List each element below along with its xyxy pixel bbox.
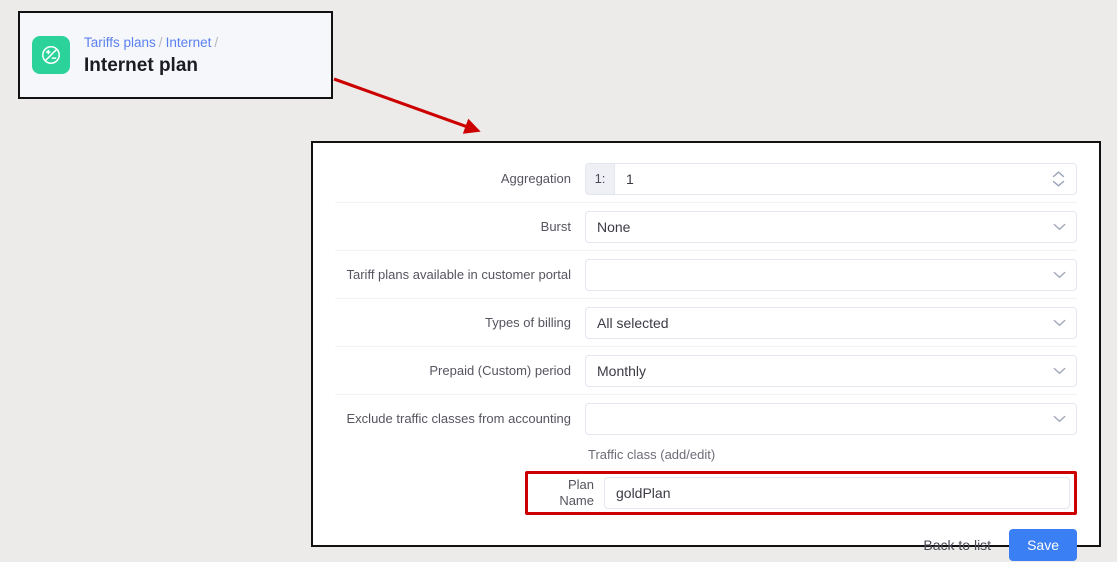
customer-portal-plans-select[interactable] [585, 258, 1077, 291]
form-row-aggregation: Aggregation 1: [335, 155, 1077, 203]
tariff-plan-form-panel: Aggregation 1: Burst [311, 141, 1101, 561]
breadcrumb-separator: / [158, 34, 163, 50]
exclude-traffic-classes-select-wrap [585, 402, 1077, 435]
save-button[interactable]: Save [1009, 529, 1077, 561]
form-footer: Back to list Save [313, 515, 1099, 561]
page-header-card: Tariffs plans / Internet / Internet plan [18, 11, 333, 99]
page-title: Internet plan [84, 54, 199, 76]
plan-name-input[interactable] [604, 477, 1070, 509]
burst-select-wrap [585, 210, 1077, 243]
aggregation-input-group: 1: [585, 162, 1077, 195]
breadcrumb-item-internet[interactable]: Internet [166, 35, 212, 50]
label-exclude-traffic-classes: Exclude traffic classes from accounting [346, 410, 571, 426]
control-burst [585, 210, 1077, 243]
label-aggregation: Aggregation [500, 170, 571, 186]
label-customer-portal-plans: Tariff plans available in customer porta… [346, 266, 572, 282]
aggregation-stepper[interactable] [1052, 171, 1065, 187]
types-of-billing-select[interactable] [585, 306, 1077, 339]
label-types-of-billing: Types of billing [485, 314, 571, 330]
form-row-exclude-traffic-classes: Exclude traffic classes from accounting [335, 395, 1077, 442]
breadcrumb-separator: / [214, 34, 219, 50]
breadcrumb: Tariffs plans / Internet / [84, 34, 221, 51]
traffic-class-helper-link[interactable]: Traffic class (add/edit) [585, 447, 1077, 462]
control-types-of-billing [585, 306, 1077, 339]
plus-minus-circle-icon [32, 36, 70, 74]
aggregation-prefix-addon: 1: [585, 162, 614, 195]
header-text-block: Tariffs plans / Internet / Internet plan [84, 34, 221, 77]
form-row-customer-portal-plans: Tariff plans available in customer porta… [335, 251, 1077, 299]
customer-portal-plans-select-wrap [585, 258, 1077, 291]
aggregation-input[interactable] [614, 162, 1077, 195]
form-row-plan-name-highlighted: Plan Name [525, 471, 1077, 515]
prepaid-period-select[interactable] [585, 354, 1077, 387]
exclude-traffic-classes-select[interactable] [585, 402, 1077, 435]
prepaid-period-select-wrap [585, 354, 1077, 387]
form-row-prepaid-period: Prepaid (Custom) period [335, 347, 1077, 395]
label-prepaid-period: Prepaid (Custom) period [429, 362, 571, 378]
control-customer-portal-plans [585, 258, 1077, 291]
chevron-down-icon[interactable] [1052, 180, 1065, 187]
form-row-types-of-billing: Types of billing [335, 299, 1077, 347]
types-of-billing-select-wrap [585, 306, 1077, 339]
traffic-class-helper-row: Traffic class (add/edit) [335, 442, 1077, 466]
label-plan-name: Plan Name [559, 477, 594, 508]
label-burst: Burst [540, 218, 571, 234]
control-aggregation: 1: [585, 162, 1077, 195]
burst-select[interactable] [585, 210, 1077, 243]
form-row-burst: Burst [335, 203, 1077, 251]
back-to-list-link[interactable]: Back to list [923, 537, 991, 553]
form-body: Aggregation 1: Burst [313, 143, 1099, 515]
chevron-up-icon[interactable] [1052, 171, 1065, 178]
breadcrumb-item-tariffs-plans[interactable]: Tariffs plans [84, 35, 156, 50]
control-exclude-traffic-classes [585, 402, 1077, 435]
control-plan-name [604, 477, 1070, 509]
control-prepaid-period [585, 354, 1077, 387]
